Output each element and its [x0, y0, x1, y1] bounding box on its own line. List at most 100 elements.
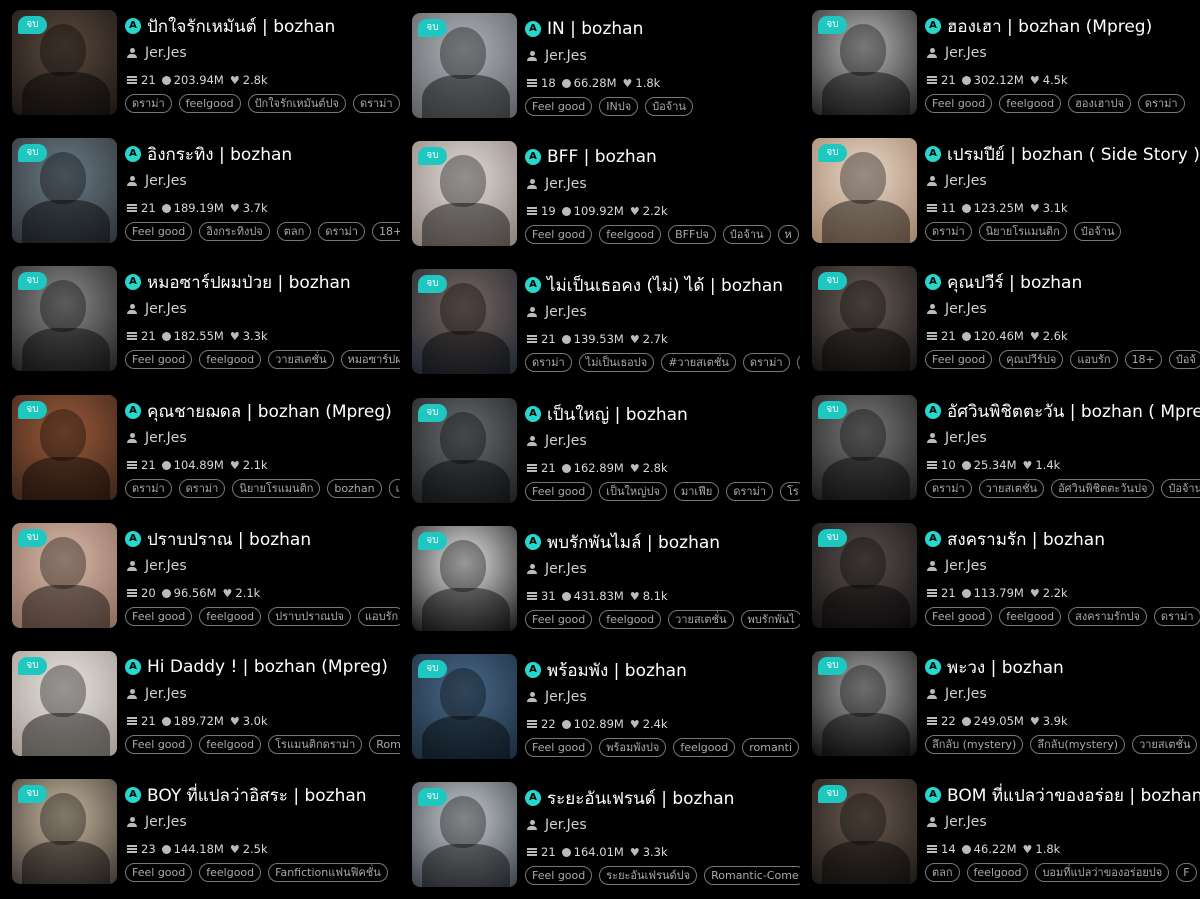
tag-chip[interactable]: มาเฟีย	[673, 482, 720, 501]
tag-chip[interactable]: ป๋อจ้าน	[722, 225, 771, 244]
story-card[interactable]: จบ A คุณชายฌดล | bozhan (Mpreg) Jer.Jes 21 10…	[0, 395, 400, 505]
author-name[interactable]: Jer.Jes	[945, 301, 987, 317]
tag-chip[interactable]: 18+	[1124, 350, 1162, 369]
tag-chip[interactable]: พบรักพันไ	[740, 610, 800, 629]
tag-chip[interactable]: เป็นใหญ่ปจ	[599, 482, 667, 501]
author-name[interactable]: Jer.Jes	[945, 814, 987, 830]
story-cover-image[interactable]: จบ	[12, 10, 117, 115]
tag-chip[interactable]: feelgood	[199, 607, 262, 626]
tag-chip[interactable]: Feel good	[925, 607, 993, 626]
author-row[interactable]: Jer.Jes	[527, 815, 587, 835]
tag-chip[interactable]: Feel good	[525, 97, 593, 116]
story-card[interactable]: จบ A อิงกระทิง | bozhan Jer.Jes 21 189.19M ♥ 3.…	[0, 138, 400, 248]
author-row[interactable]: Jer.Jes	[127, 812, 187, 832]
tag-chip[interactable]: อิงกระทิงปจ	[199, 222, 270, 241]
tag-chip[interactable]: อัศวินพิชิตตะวันปจ	[1051, 479, 1155, 498]
tag-chip[interactable]: Feel good	[125, 350, 193, 369]
story-cover-image[interactable]: จบ	[412, 654, 517, 759]
tag-chip[interactable]: ตลก	[276, 222, 312, 241]
tag-chip[interactable]: ดราม่า	[726, 482, 774, 501]
tag-chip[interactable]: BFFปจ	[668, 225, 716, 244]
tag-chip[interactable]: วายสเตชั่น	[268, 350, 334, 369]
author-row[interactable]: Jer.Jes	[927, 299, 987, 319]
story-card[interactable]: จบ A BOM ที่แปลว่าของอร่อย | bozhan Jer.Jes…	[800, 779, 1200, 889]
tag-chip[interactable]: feelgood	[999, 94, 1062, 113]
story-title[interactable]: ปักใจรักเหมันต์ | bozhan	[147, 13, 335, 40]
author-row[interactable]: Jer.Jes	[927, 812, 987, 832]
story-card[interactable]: จบ A อัศวินพิชิตตะวัน | bozhan ( Mpreg Jer.…	[800, 395, 1200, 505]
tag-chip[interactable]: Feel good	[125, 222, 193, 241]
tag-chip[interactable]: Feel good	[525, 610, 593, 629]
story-title[interactable]: BFF | bozhan	[547, 147, 657, 167]
author-row[interactable]: Jer.Jes	[927, 684, 987, 704]
tag-chip[interactable]: ลึกลับ(mystery)	[1030, 735, 1126, 754]
story-card[interactable]: จบ A ปักใจรักเหมันต์ | bozhan Jer.Jes 21 203.…	[0, 10, 400, 120]
story-card[interactable]: จบ A สงครามรัก | bozhan Jer.Jes 21 113.79M ♥ 2.…	[800, 523, 1200, 633]
tag-chip[interactable]: คุณปวีร์ปจ	[999, 350, 1064, 369]
story-title-row[interactable]: A ปราบปราณ | bozhan	[125, 528, 311, 550]
story-cover-image[interactable]: จบ	[412, 269, 517, 374]
author-name[interactable]: Jer.Jes	[545, 689, 587, 705]
tag-chip[interactable]: นิยายโรแมนติก	[978, 222, 1067, 241]
author-row[interactable]: Jer.Jes	[927, 171, 987, 191]
tag-chip[interactable]: ฮองเฮาปจ	[1068, 94, 1131, 113]
tag-chip[interactable]: Feel good	[125, 607, 193, 626]
author-name[interactable]: Jer.Jes	[145, 814, 187, 830]
tag-chip[interactable]: feelgood	[199, 863, 262, 882]
tag-chip[interactable]: Romantic-Come	[704, 866, 800, 885]
tag-chip[interactable]: romanti	[742, 738, 800, 757]
story-title[interactable]: BOY ที่แปลว่าอิสระ | bozhan	[147, 782, 367, 809]
story-cover-image[interactable]: จบ	[12, 523, 117, 628]
story-cover-image[interactable]: จบ	[812, 779, 917, 884]
author-row[interactable]: Jer.Jes	[127, 684, 187, 704]
tag-chip[interactable]: Rom	[369, 735, 400, 754]
story-title[interactable]: อิงกระทิง | bozhan	[147, 141, 292, 168]
tag-chip[interactable]: Feel good	[925, 350, 993, 369]
story-title[interactable]: พร้อมพัง | bozhan	[547, 657, 687, 684]
story-title-row[interactable]: A เป็นใหญ่ | bozhan	[525, 403, 688, 425]
story-card[interactable]: จบ A IN | bozhan Jer.Jes 18 66.28M ♥ 1.8k Feel g…	[400, 13, 800, 123]
story-title-row[interactable]: A อิงกระทิง | bozhan	[125, 143, 292, 165]
story-title-row[interactable]: A เปรมปีย์ | bozhan ( Side Story )	[925, 143, 1200, 165]
tag-chip[interactable]: feelgood	[999, 607, 1062, 626]
story-card[interactable]: จบ A ฮองเฮา | bozhan (Mpreg) Jer.Jes 21 302.1…	[800, 10, 1200, 120]
story-card[interactable]: จบ A BOY ที่แปลว่าอิสระ | bozhan Jer.Jes 23 1…	[0, 779, 400, 889]
author-name[interactable]: Jer.Jes	[945, 45, 987, 61]
tag-chip[interactable]: INปจ	[599, 97, 639, 116]
story-cover-image[interactable]: จบ	[412, 398, 517, 503]
author-row[interactable]: Jer.Jes	[527, 559, 587, 579]
tag-chip[interactable]: ห	[777, 225, 799, 244]
story-cover-image[interactable]: จบ	[412, 13, 517, 118]
tag-chip[interactable]: feelgood	[599, 610, 662, 629]
tag-chip[interactable]: ดราม่า	[1137, 94, 1185, 113]
story-cover-image[interactable]: จบ	[812, 138, 917, 243]
author-row[interactable]: Jer.Jes	[527, 174, 587, 194]
story-card[interactable]: จบ A หมอซาร์ปผมป่วย | bozhan Jer.Jes 21 182.5…	[0, 266, 400, 376]
tag-chip[interactable]: โรแมนติกดราม่า	[268, 735, 363, 754]
author-row[interactable]: Jer.Jes	[127, 171, 187, 191]
story-title[interactable]: พะวง | bozhan	[947, 654, 1064, 681]
tag-chip[interactable]: feelgood	[178, 94, 241, 113]
tag-chip[interactable]: ตลก	[925, 863, 960, 882]
story-cover-image[interactable]: จบ	[12, 779, 117, 884]
story-cover-image[interactable]: จบ	[12, 138, 117, 243]
story-card[interactable]: จบ A เป็นใหญ่ | bozhan Jer.Jes 21 162.89M ♥ 2.8…	[400, 398, 800, 508]
tag-chip[interactable]: แอบรัก	[1070, 350, 1118, 369]
story-title-row[interactable]: A ฮองเฮา | bozhan (Mpreg)	[925, 15, 1152, 37]
author-row[interactable]: Jer.Jes	[927, 556, 987, 576]
story-title[interactable]: คุณชายฌดล | bozhan (Mpreg)	[147, 398, 392, 425]
author-name[interactable]: Jer.Jes	[945, 173, 987, 189]
tag-chip[interactable]: แอบรัก	[357, 607, 400, 626]
author-name[interactable]: Jer.Jes	[945, 430, 987, 446]
story-title[interactable]: Hi Daddy ! | bozhan (Mpreg)	[147, 657, 388, 677]
author-row[interactable]: Jer.Jes	[927, 43, 987, 63]
tag-chip[interactable]: นิยายโรแมนติก	[232, 479, 321, 498]
tag-chip[interactable]: บอมที่แปลว่าของอร่อยปจ	[1035, 863, 1170, 882]
story-card[interactable]: จบ A BFF | bozhan Jer.Jes 19 109.92M ♥ 2.2k Feel…	[400, 141, 800, 251]
story-title-row[interactable]: A IN | bozhan	[525, 18, 643, 40]
tag-chip[interactable]: Feel good	[525, 482, 593, 501]
tag-chip[interactable]: Feel good	[125, 735, 193, 754]
tag-chip[interactable]: เ	[388, 479, 400, 498]
tag-chip[interactable]: ดราม่า	[1153, 607, 1200, 626]
author-row[interactable]: Jer.Jes	[127, 299, 187, 319]
